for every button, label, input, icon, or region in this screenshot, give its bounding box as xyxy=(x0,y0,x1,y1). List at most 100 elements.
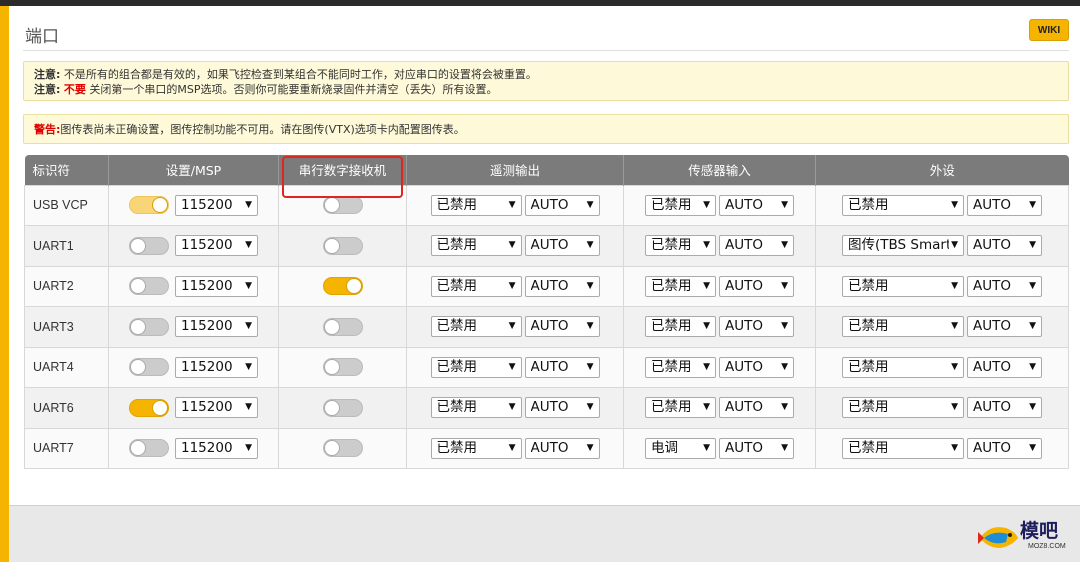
sensor-baud-select[interactable]: AUTO xyxy=(719,194,794,216)
peripheral-select[interactable]: 已禁用 xyxy=(842,275,964,297)
msp-toggle[interactable] xyxy=(129,358,169,377)
table-row: UART2 115200 已禁用 AUTO 已禁用 AUTO 已禁用 AUTO xyxy=(24,265,1069,307)
serial-rx-cell xyxy=(278,306,407,348)
header-identifier: 标识符 xyxy=(24,155,109,185)
peripheral-select[interactable]: 已禁用 xyxy=(842,437,964,459)
note-label: 注意: xyxy=(34,68,61,81)
note-text: 关闭第一个串口的MSP选项。否则你可能要重新烧录固件并清空（丢失）所有设置。 xyxy=(89,83,498,96)
msp-toggle[interactable] xyxy=(129,236,169,255)
msp-toggle[interactable] xyxy=(129,196,169,215)
table-row: USB VCP 115200 已禁用 AUTO 已禁用 AUTO 已禁用 AUTO xyxy=(24,184,1069,226)
telemetry-baud-select[interactable]: AUTO xyxy=(524,397,600,419)
sensor-select[interactable]: 已禁用 xyxy=(645,316,716,338)
telemetry-select[interactable]: 已禁用 xyxy=(430,275,522,297)
telemetry-baud-select[interactable]: AUTO xyxy=(524,235,600,257)
sensor-baud-select[interactable]: AUTO xyxy=(719,397,794,419)
serial-rx-toggle[interactable] xyxy=(322,398,363,417)
serial-rx-cell xyxy=(278,225,407,267)
left-accent-bar xyxy=(0,6,9,562)
sensor-baud-select[interactable]: AUTO xyxy=(719,275,794,297)
note-text: 不是所有的组合都是有效的，如果飞控检查到某组合不能同时工作，对应串口的设置将会被… xyxy=(63,68,537,81)
watermark-logo: 模吧 MOZ8.COM xyxy=(976,516,1074,556)
peripheral-cell: 图传(TBS SmartAudio) AUTO xyxy=(815,225,1069,267)
peripheral-cell: 已禁用 AUTO xyxy=(815,306,1069,348)
msp-toggle[interactable] xyxy=(129,398,169,417)
select-value: AUTO xyxy=(725,318,763,335)
toggle-knob xyxy=(152,399,168,416)
msp-toggle[interactable] xyxy=(129,277,169,296)
serial-rx-toggle[interactable] xyxy=(322,358,363,377)
msp-baud-select[interactable]: 115200 xyxy=(175,316,258,338)
msp-baud-select[interactable]: 115200 xyxy=(175,356,258,378)
peripheral-cell: 已禁用 AUTO xyxy=(815,346,1069,388)
serial-rx-toggle[interactable] xyxy=(322,439,363,458)
serial-rx-toggle[interactable] xyxy=(322,277,363,296)
select-value: 115200 xyxy=(181,237,233,254)
telemetry-baud-select[interactable]: AUTO xyxy=(524,316,600,338)
select-value: 已禁用 xyxy=(436,196,478,213)
telemetry-baud-select[interactable]: AUTO xyxy=(524,194,600,216)
peripheral-baud-select[interactable]: AUTO xyxy=(967,437,1042,459)
serial-rx-toggle[interactable] xyxy=(322,317,363,336)
msp-baud-select[interactable]: 115200 xyxy=(175,275,258,297)
sensor-baud-select[interactable]: AUTO xyxy=(719,356,794,378)
msp-toggle[interactable] xyxy=(129,317,169,336)
peripheral-baud-select[interactable]: AUTO xyxy=(967,316,1042,338)
peripheral-baud-select[interactable]: AUTO xyxy=(967,194,1042,216)
select-value: 已禁用 xyxy=(651,318,692,335)
peripheral-baud-select[interactable]: AUTO xyxy=(967,397,1042,419)
sensor-select[interactable]: 电调 xyxy=(645,437,716,459)
telemetry-select[interactable]: 已禁用 xyxy=(430,316,522,338)
msp-baud-select[interactable]: 115200 xyxy=(175,235,258,257)
peripheral-select[interactable]: 已禁用 xyxy=(842,397,964,419)
select-value: 115200 xyxy=(181,358,233,375)
sensor-select[interactable]: 已禁用 xyxy=(645,235,716,257)
sensor-baud-select[interactable]: AUTO xyxy=(719,235,794,257)
telemetry-baud-select[interactable]: AUTO xyxy=(524,275,600,297)
port-identifier: USB VCP xyxy=(24,184,109,226)
header-peripherals: 外设 xyxy=(815,155,1069,185)
peripheral-baud-select[interactable]: AUTO xyxy=(967,356,1042,378)
peripheral-baud-select[interactable]: AUTO xyxy=(967,275,1042,297)
sensor-select[interactable]: 已禁用 xyxy=(645,356,716,378)
msp-baud-select[interactable]: 115200 xyxy=(175,194,258,216)
serial-rx-toggle[interactable] xyxy=(322,236,363,255)
serial-rx-toggle[interactable] xyxy=(322,196,363,215)
sensor-select[interactable]: 已禁用 xyxy=(645,194,716,216)
telemetry-select[interactable]: 已禁用 xyxy=(430,437,522,459)
telemetry-select[interactable]: 已禁用 xyxy=(430,194,522,216)
toggle-knob xyxy=(323,318,340,335)
sensor-baud-select[interactable]: AUTO xyxy=(719,437,794,459)
sensor-baud-select[interactable]: AUTO xyxy=(719,316,794,338)
watermark-subtext: MOZ8.COM xyxy=(1028,543,1066,550)
peripheral-select[interactable]: 已禁用 xyxy=(842,356,964,378)
peripheral-select[interactable]: 已禁用 xyxy=(842,316,964,338)
msp-cell: 115200 xyxy=(108,225,279,267)
peripheral-select[interactable]: 已禁用 xyxy=(842,194,964,216)
wiki-button[interactable]: WIKI xyxy=(1029,19,1069,41)
sensor-select[interactable]: 已禁用 xyxy=(645,397,716,419)
toggle-knob xyxy=(130,359,146,376)
telemetry-baud-select[interactable]: AUTO xyxy=(524,437,600,459)
toggle-knob xyxy=(323,197,340,214)
title-divider xyxy=(23,50,1069,51)
sensor-cell: 已禁用 AUTO xyxy=(623,387,816,429)
msp-toggle[interactable] xyxy=(129,439,169,458)
select-value: 已禁用 xyxy=(848,318,889,335)
select-value: AUTO xyxy=(725,237,763,254)
peripheral-baud-select[interactable]: AUTO xyxy=(967,235,1042,257)
serial-rx-cell xyxy=(278,427,407,469)
peripheral-select[interactable]: 图传(TBS SmartAudio) xyxy=(842,235,964,257)
telemetry-select[interactable]: 已禁用 xyxy=(430,356,522,378)
msp-baud-select[interactable]: 115200 xyxy=(175,437,258,459)
port-identifier: UART1 xyxy=(24,225,109,267)
table-row: UART4 115200 已禁用 AUTO 已禁用 AUTO 已禁用 AUTO xyxy=(24,346,1069,388)
telemetry-select[interactable]: 已禁用 xyxy=(430,235,522,257)
sensor-select[interactable]: 已禁用 xyxy=(645,275,716,297)
select-value: AUTO xyxy=(530,277,569,294)
msp-baud-select[interactable]: 115200 xyxy=(175,397,258,419)
select-value: AUTO xyxy=(530,439,569,456)
telemetry-baud-select[interactable]: AUTO xyxy=(524,356,600,378)
toggle-knob xyxy=(323,399,340,416)
telemetry-select[interactable]: 已禁用 xyxy=(430,397,522,419)
